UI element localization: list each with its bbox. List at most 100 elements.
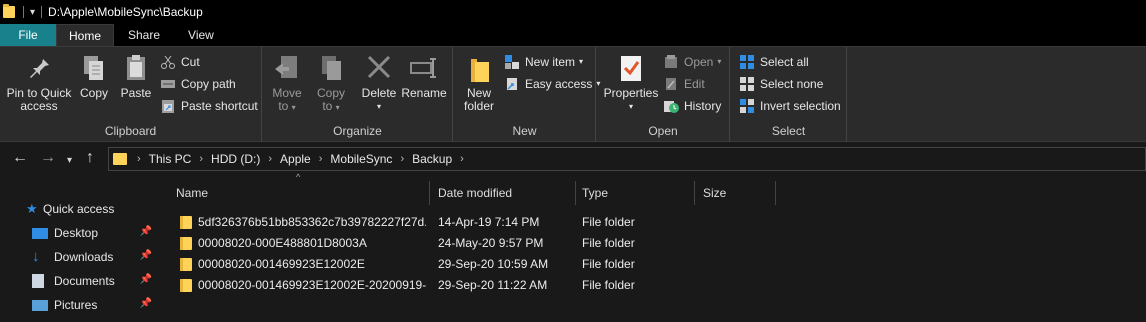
folder-icon[interactable]: [3, 4, 15, 18]
copy-button[interactable]: Copy: [76, 53, 112, 100]
invert-selection-label: Invert selection: [760, 99, 841, 113]
table-row[interactable]: 00008020-001469923E12002E-20200919-1... …: [158, 275, 1146, 296]
new-folder-label-line2: folder: [463, 99, 495, 113]
breadcrumb-chevron-icon[interactable]: ›: [400, 153, 404, 165]
folder-icon: [113, 153, 127, 165]
breadcrumb-hdd-d[interactable]: HDD (D:): [211, 152, 260, 166]
organize-group-label: Organize: [333, 124, 382, 138]
file-type: File folder: [582, 278, 635, 292]
properties-icon: [615, 53, 647, 83]
file-name: 00008020-001469923E12002E-20200919-1...: [198, 278, 426, 292]
new-item-icon: [504, 54, 520, 70]
move-to-label-line2-text: to: [278, 99, 289, 113]
column-header-date-modified[interactable]: Date modified: [430, 181, 576, 205]
tab-file[interactable]: File: [0, 24, 56, 46]
ribbon-tabs: File Home Share View: [0, 24, 1146, 46]
tab-view[interactable]: View: [174, 24, 228, 46]
pinned-icon[interactable]: 📌: [140, 250, 152, 261]
open-label: Open: [684, 55, 714, 69]
select-group: Select all Select none Invert selection …: [731, 47, 847, 142]
open-group: Properties ▾ Open ▾ Edit History Open: [597, 47, 730, 142]
new-item-button[interactable]: New item ▾: [504, 52, 583, 72]
folder-icon: [180, 237, 192, 250]
select-none-button[interactable]: Select none: [739, 74, 823, 94]
nav-item-label: Pictures: [54, 298, 98, 312]
pictures-icon: [32, 299, 48, 311]
nav-item-downloads[interactable]: ↓ Downloads 📌: [0, 246, 158, 268]
clipboard-group: Pin to Quick access Copy Paste Cut Copy …: [0, 47, 262, 142]
divider: [41, 6, 43, 18]
breadcrumb-this-pc[interactable]: This PC: [149, 152, 192, 166]
breadcrumb-chevron-icon[interactable]: ›: [460, 153, 464, 165]
table-row[interactable]: 00008020-000E488801D8003A 24-May-20 9:57…: [158, 233, 1146, 254]
properties-button[interactable]: Properties ▾: [603, 53, 659, 113]
rename-label: Rename: [401, 86, 447, 100]
nav-item-pictures[interactable]: Pictures 📌: [0, 294, 158, 316]
breadcrumb-chevron-icon[interactable]: ›: [137, 153, 141, 165]
copy-icon: [78, 53, 110, 83]
rename-button[interactable]: Rename: [401, 53, 447, 100]
history-button[interactable]: History: [663, 96, 721, 116]
new-item-label: New item: [525, 55, 576, 69]
pinned-icon[interactable]: 📌: [140, 274, 152, 285]
breadcrumb-chevron-icon[interactable]: ›: [199, 153, 203, 165]
file-name: 00008020-000E488801D8003A: [198, 236, 367, 250]
nav-item-quick-access[interactable]: ★ Quick access: [0, 198, 158, 220]
pin-icon: [23, 53, 55, 83]
paste-shortcut-icon: [160, 98, 176, 114]
breadcrumb-mobilesync[interactable]: MobileSync: [330, 152, 392, 166]
breadcrumb-backup[interactable]: Backup: [412, 152, 452, 166]
recent-locations-chevron-icon[interactable]: ▾: [67, 153, 72, 169]
copy-path-button[interactable]: Copy path: [160, 74, 236, 94]
pin-to-quick-access-button[interactable]: Pin to Quick access: [4, 53, 74, 113]
back-arrow-icon[interactable]: ←: [12, 150, 28, 166]
open-button[interactable]: Open ▾: [663, 52, 721, 72]
copy-to-button[interactable]: Copy to ▾: [311, 53, 351, 114]
select-all-button[interactable]: Select all: [739, 52, 809, 72]
tab-home[interactable]: Home: [56, 24, 114, 46]
column-header-name[interactable]: Name: [158, 181, 430, 205]
select-none-icon: [739, 76, 755, 92]
pinned-icon[interactable]: 📌: [140, 298, 152, 309]
table-row[interactable]: 00008020-001469923E12002E 29-Sep-20 10:5…: [158, 254, 1146, 275]
clipboard-group-label: Clipboard: [104, 124, 157, 138]
paste-shortcut-button[interactable]: Paste shortcut: [160, 96, 258, 116]
new-folder-button[interactable]: New folder: [458, 53, 500, 113]
breadcrumb-chevron-icon[interactable]: ›: [268, 153, 272, 165]
scissors-icon: [160, 54, 176, 70]
pin-label-line2: access: [20, 99, 58, 113]
pinned-icon[interactable]: 📌: [140, 226, 152, 237]
column-header-type[interactable]: Type: [576, 181, 695, 205]
select-all-label: Select all: [760, 55, 809, 69]
table-row[interactable]: 5df326376b51bb853362c7b39782227f27d... 1…: [158, 212, 1146, 233]
forward-arrow-icon[interactable]: →: [40, 150, 56, 166]
move-to-label-line2: to ▾: [278, 99, 296, 113]
tab-share[interactable]: Share: [114, 24, 174, 46]
desktop-icon: [32, 227, 48, 239]
customize-quick-access-chevron-icon[interactable]: ▾: [30, 7, 35, 18]
easy-access-button[interactable]: Easy access ▾: [504, 74, 600, 94]
invert-selection-button[interactable]: Invert selection: [739, 96, 841, 116]
address-bar[interactable]: › This PC › HDD (D:) › Apple › MobileSyn…: [108, 147, 1146, 171]
breadcrumb-chevron-icon[interactable]: ›: [319, 153, 323, 165]
up-arrow-icon[interactable]: ↑: [86, 150, 94, 166]
nav-item-documents[interactable]: Documents 📌: [0, 270, 158, 292]
cut-button[interactable]: Cut: [160, 52, 200, 72]
breadcrumb-apple[interactable]: Apple: [280, 152, 311, 166]
move-to-button[interactable]: Move to ▾: [267, 53, 307, 114]
edit-button[interactable]: Edit: [663, 74, 705, 94]
folder-icon: [180, 258, 192, 271]
delete-button[interactable]: Delete ▾: [359, 53, 399, 113]
select-none-label: Select none: [760, 77, 824, 91]
folder-icon: [180, 279, 192, 292]
column-header-size[interactable]: Size: [695, 181, 776, 205]
cut-label: Cut: [181, 55, 200, 69]
file-date: 14-Apr-19 7:14 PM: [438, 215, 540, 229]
navigation-bar: ← → ▾ ↑ › This PC › HDD (D:) › Apple › M…: [0, 143, 1146, 175]
properties-label: Properties: [603, 86, 659, 100]
file-name: 5df326376b51bb853362c7b39782227f27d...: [198, 215, 426, 229]
paste-button[interactable]: Paste: [116, 53, 156, 100]
window-title: D:\Apple\MobileSync\Backup: [48, 5, 203, 19]
file-list: ^ Name Date modified Type Size 5df326376…: [158, 172, 1146, 322]
nav-item-desktop[interactable]: Desktop 📌: [0, 222, 158, 244]
